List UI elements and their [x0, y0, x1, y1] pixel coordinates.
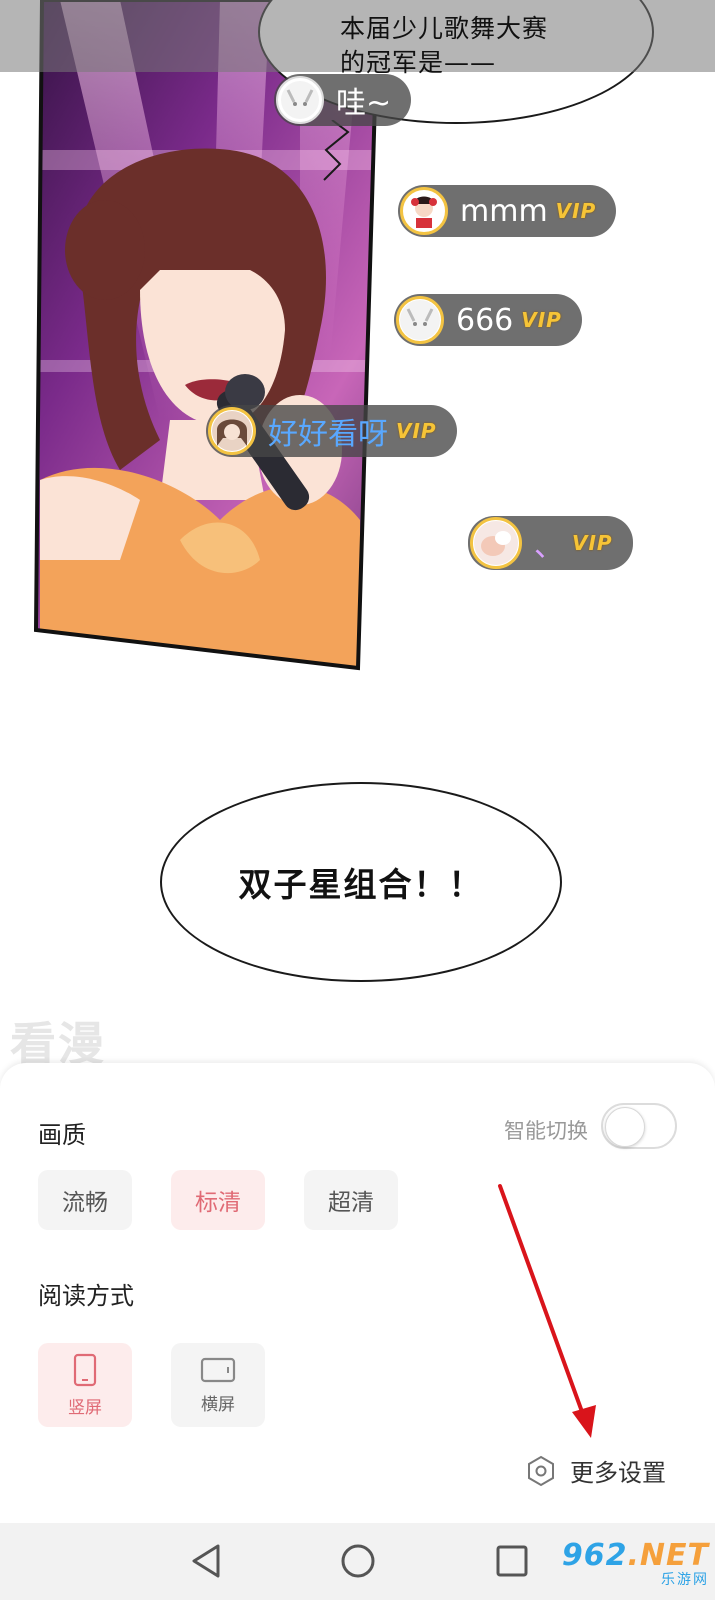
reading-mode-title: 阅读方式: [38, 1282, 134, 1310]
vip-badge-icon: VIP: [555, 199, 597, 223]
back-icon[interactable]: [186, 1541, 226, 1581]
danmaku-item[interactable]: 好好看呀 VIP: [206, 405, 457, 457]
site-logo: 962.NET 乐游网: [562, 1538, 709, 1589]
speech-bubble-tail: [323, 120, 350, 181]
quality-option-hd[interactable]: 超清: [304, 1170, 398, 1230]
avatar: [208, 407, 256, 455]
reading-mode-landscape-label: 横屏: [201, 1394, 235, 1415]
danmaku-text: 、: [534, 529, 564, 564]
recents-icon[interactable]: [492, 1541, 532, 1581]
vip-badge-icon: VIP: [572, 531, 613, 555]
avatar: [400, 187, 448, 235]
quality-option-smooth[interactable]: 流畅: [38, 1170, 132, 1230]
speech-bubble-top-text: 本届少儿歌舞大赛 的冠军是——: [340, 12, 548, 80]
quality-title: 画质: [38, 1121, 86, 1149]
quality-option-standard[interactable]: 标清: [171, 1170, 265, 1230]
watermark-text: 看漫: [10, 1017, 106, 1070]
cat-avatar-icon: [276, 76, 324, 124]
site-logo-domain: .NET: [627, 1538, 709, 1573]
danmaku-text: 666: [456, 302, 514, 338]
site-logo-number: 962: [561, 1538, 628, 1573]
smart-switch-toggle[interactable]: [601, 1103, 677, 1149]
smart-switch-label: 智能切换: [504, 1119, 588, 1143]
danmaku-item[interactable]: mmm VIP: [398, 185, 617, 237]
reading-mode-portrait[interactable]: 竖屏: [38, 1343, 132, 1427]
cat-avatar-icon: [396, 296, 444, 344]
reading-settings-sheet: 画质 智能切换 流畅 标清 超清 阅读方式 竖屏 横屏 更多设置: [0, 1063, 715, 1523]
more-settings-label: 更多设置: [570, 1459, 666, 1487]
danmaku-text: mmm: [460, 193, 548, 229]
speech-line-1: 本届少儿歌舞大赛: [340, 14, 549, 43]
home-icon[interactable]: [338, 1541, 378, 1581]
more-settings-button[interactable]: 更多设置: [526, 1453, 666, 1488]
toggle-knob: [605, 1107, 645, 1147]
speech-bubble-bottom-text: 双子星组合！！: [238, 865, 484, 904]
danmaku-item[interactable]: 、 VIP: [468, 516, 633, 570]
danmaku-text: 好好看呀: [268, 417, 388, 452]
vip-badge-icon: VIP: [521, 308, 562, 332]
danmaku-text: 哇~: [336, 86, 392, 121]
vip-badge-icon: VIP: [396, 419, 437, 443]
hexagon-settings-icon: [528, 1455, 554, 1486]
speech-bubble-bottom: 双子星组合！！: [160, 782, 562, 982]
reading-mode-portrait-label: 竖屏: [68, 1397, 102, 1418]
phone-landscape-icon: [200, 1357, 236, 1382]
phone-portrait-icon: [73, 1353, 97, 1386]
danmaku-item[interactable]: 666 VIP: [394, 294, 582, 346]
reading-mode-landscape[interactable]: 横屏: [171, 1343, 265, 1427]
avatar: [470, 517, 522, 569]
danmaku-item[interactable]: 哇~: [274, 74, 412, 126]
